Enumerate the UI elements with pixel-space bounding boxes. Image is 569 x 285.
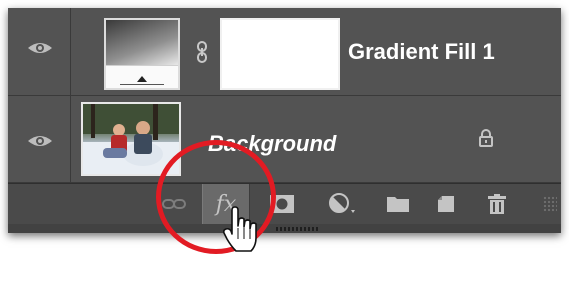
eye-icon[interactable] — [27, 134, 53, 148]
layer-row-background[interactable]: Background — [8, 96, 561, 183]
new-group-button[interactable] — [374, 184, 422, 224]
half-circle-icon — [329, 193, 355, 213]
layer-mask-thumbnail[interactable] — [220, 18, 340, 90]
layers-panel: Gradient Fill 1 Background fx — [8, 8, 561, 233]
layers-toolbar: fx — [8, 183, 561, 224]
delete-layer-button[interactable] — [473, 184, 521, 224]
lock-icon — [479, 129, 493, 147]
visibility-column — [8, 96, 71, 182]
folder-icon — [387, 197, 409, 212]
gradient-fill-indicator — [106, 65, 178, 88]
visibility-column — [8, 8, 71, 95]
hand-pointer-icon — [223, 206, 257, 252]
trash-icon — [488, 194, 506, 214]
layer-name-gradient-fill[interactable]: Gradient Fill 1 — [348, 39, 495, 65]
panel-grip[interactable] — [543, 196, 557, 212]
resize-handle[interactable] — [276, 227, 318, 231]
new-adjustment-layer-button[interactable] — [318, 184, 366, 224]
new-layer-button[interactable] — [422, 184, 470, 224]
gradient-fill-thumbnail[interactable] — [104, 18, 180, 90]
panel-resize-bar[interactable] — [8, 224, 561, 233]
new-layer-icon — [438, 196, 454, 212]
layer-row-gradient-fill[interactable]: Gradient Fill 1 — [8, 8, 561, 96]
chain-link-icon[interactable] — [195, 40, 209, 64]
photo-thumbnail-image — [83, 104, 179, 174]
eye-icon[interactable] — [27, 41, 53, 55]
